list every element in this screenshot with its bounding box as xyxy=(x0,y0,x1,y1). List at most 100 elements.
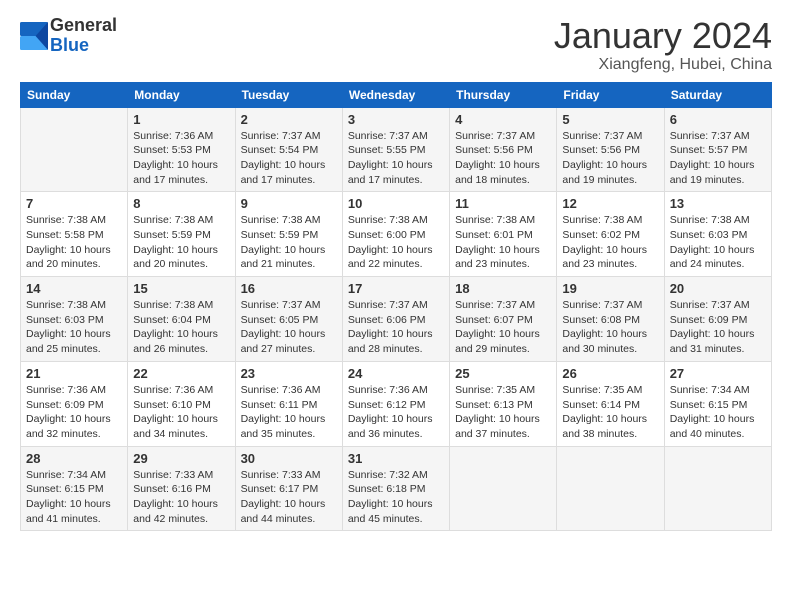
day-cell: 28Sunrise: 7:34 AM Sunset: 6:15 PM Dayli… xyxy=(21,446,128,531)
day-cell: 5 Sunrise: 7:37 AM Sunset: 5:56 PM Daylig… xyxy=(557,107,664,192)
day-cell: 23Sunrise: 7:36 AM Sunset: 6:11 PM Dayli… xyxy=(235,361,342,446)
day-info: Sunrise: 7:37 AM Sunset: 6:05 PM Dayligh… xyxy=(241,298,337,357)
day-info: Sunrise: 7:36 AM Sunset: 6:10 PM Dayligh… xyxy=(133,383,229,442)
col-header-monday: Monday xyxy=(128,82,235,107)
day-cell: 17 Sunrise: 7:37 AM Sunset: 6:06 PM Dayli… xyxy=(342,277,449,362)
logo: General Blue xyxy=(20,16,117,56)
day-number: 22 xyxy=(133,366,229,381)
day-info: Sunrise: 7:37 AM Sunset: 5:57 PM Dayligh… xyxy=(670,129,766,188)
page-title: January 2024 xyxy=(554,16,772,56)
day-number: 18 xyxy=(455,281,551,296)
day-number: 9 xyxy=(241,196,337,211)
logo-icon xyxy=(20,22,48,50)
day-cell: 22 Sunrise: 7:36 AM Sunset: 6:10 PM Dayli… xyxy=(128,361,235,446)
page-subtitle: Xiangfeng, Hubei, China xyxy=(554,56,772,74)
day-cell: 29Sunrise: 7:33 AM Sunset: 6:16 PM Dayli… xyxy=(128,446,235,531)
day-number: 27 xyxy=(670,366,766,381)
day-info: Sunrise: 7:35 AM Sunset: 6:13 PM Dayligh… xyxy=(455,383,551,442)
day-cell: 13 Sunrise: 7:38 AM Sunset: 6:03 PM Dayli… xyxy=(664,192,771,277)
day-number: 24 xyxy=(348,366,444,381)
day-number: 7 xyxy=(26,196,122,211)
day-cell: 27 Sunrise: 7:34 AM Sunset: 6:15 PM Dayli… xyxy=(664,361,771,446)
day-info: Sunrise: 7:33 AM Sunset: 6:16 PM Dayligh… xyxy=(133,468,229,527)
day-cell: 20Sunrise: 7:37 AM Sunset: 6:09 PM Dayli… xyxy=(664,277,771,362)
day-cell: 25 Sunrise: 7:35 AM Sunset: 6:13 PM Dayli… xyxy=(450,361,557,446)
day-cell: 11 Sunrise: 7:38 AM Sunset: 6:01 PM Dayli… xyxy=(450,192,557,277)
day-info: Sunrise: 7:36 AM Sunset: 6:09 PM Dayligh… xyxy=(26,383,122,442)
day-number: 30 xyxy=(241,451,337,466)
day-info: Sunrise: 7:38 AM Sunset: 5:59 PM Dayligh… xyxy=(241,213,337,272)
logo-line1: General xyxy=(50,16,117,36)
day-info: Sunrise: 7:37 AM Sunset: 6:06 PM Dayligh… xyxy=(348,298,444,357)
day-info: Sunrise: 7:38 AM Sunset: 6:01 PM Dayligh… xyxy=(455,213,551,272)
day-info: Sunrise: 7:36 AM Sunset: 5:53 PM Dayligh… xyxy=(133,129,229,188)
day-info: Sunrise: 7:37 AM Sunset: 6:08 PM Dayligh… xyxy=(562,298,658,357)
week-row-2: 7 Sunrise: 7:38 AM Sunset: 5:58 PM Daylig… xyxy=(21,192,772,277)
day-info: Sunrise: 7:37 AM Sunset: 5:56 PM Dayligh… xyxy=(562,129,658,188)
day-cell xyxy=(21,107,128,192)
col-header-tuesday: Tuesday xyxy=(235,82,342,107)
col-header-saturday: Saturday xyxy=(664,82,771,107)
day-info: Sunrise: 7:38 AM Sunset: 6:02 PM Dayligh… xyxy=(562,213,658,272)
day-cell: 31Sunrise: 7:32 AM Sunset: 6:18 PM Dayli… xyxy=(342,446,449,531)
day-cell: 15 Sunrise: 7:38 AM Sunset: 6:04 PM Dayli… xyxy=(128,277,235,362)
day-number: 25 xyxy=(455,366,551,381)
day-info: Sunrise: 7:37 AM Sunset: 5:56 PM Dayligh… xyxy=(455,129,551,188)
day-number: 13 xyxy=(670,196,766,211)
day-number: 20 xyxy=(670,281,766,296)
col-header-sunday: Sunday xyxy=(21,82,128,107)
week-row-4: 21 Sunrise: 7:36 AM Sunset: 6:09 PM Dayli… xyxy=(21,361,772,446)
day-number: 16 xyxy=(241,281,337,296)
day-info: Sunrise: 7:38 AM Sunset: 5:58 PM Dayligh… xyxy=(26,213,122,272)
day-number: 14 xyxy=(26,281,122,296)
day-cell: 26 Sunrise: 7:35 AM Sunset: 6:14 PM Dayli… xyxy=(557,361,664,446)
day-cell: 12 Sunrise: 7:38 AM Sunset: 6:02 PM Dayli… xyxy=(557,192,664,277)
week-row-5: 28Sunrise: 7:34 AM Sunset: 6:15 PM Dayli… xyxy=(21,446,772,531)
day-info: Sunrise: 7:38 AM Sunset: 6:03 PM Dayligh… xyxy=(670,213,766,272)
day-number: 10 xyxy=(348,196,444,211)
day-number: 3 xyxy=(348,112,444,127)
col-header-friday: Friday xyxy=(557,82,664,107)
day-info: Sunrise: 7:34 AM Sunset: 6:15 PM Dayligh… xyxy=(670,383,766,442)
day-number: 1 xyxy=(133,112,229,127)
title-block: January 2024 Xiangfeng, Hubei, China xyxy=(554,16,772,74)
page: General Blue January 2024 Xiangfeng, Hub… xyxy=(0,0,792,541)
day-cell: 3 Sunrise: 7:37 AM Sunset: 5:55 PM Daylig… xyxy=(342,107,449,192)
day-cell: 10 Sunrise: 7:38 AM Sunset: 6:00 PM Dayli… xyxy=(342,192,449,277)
day-info: Sunrise: 7:36 AM Sunset: 6:11 PM Dayligh… xyxy=(241,383,337,442)
day-number: 19 xyxy=(562,281,658,296)
day-cell: 2 Sunrise: 7:37 AM Sunset: 5:54 PM Daylig… xyxy=(235,107,342,192)
day-info: Sunrise: 7:33 AM Sunset: 6:17 PM Dayligh… xyxy=(241,468,337,527)
day-info: Sunrise: 7:38 AM Sunset: 6:00 PM Dayligh… xyxy=(348,213,444,272)
day-info: Sunrise: 7:35 AM Sunset: 6:14 PM Dayligh… xyxy=(562,383,658,442)
day-cell xyxy=(450,446,557,531)
day-number: 26 xyxy=(562,366,658,381)
day-info: Sunrise: 7:37 AM Sunset: 5:55 PM Dayligh… xyxy=(348,129,444,188)
week-row-3: 14 Sunrise: 7:38 AM Sunset: 6:03 PM Dayli… xyxy=(21,277,772,362)
day-number: 6 xyxy=(670,112,766,127)
day-info: Sunrise: 7:38 AM Sunset: 6:03 PM Dayligh… xyxy=(26,298,122,357)
col-header-wednesday: Wednesday xyxy=(342,82,449,107)
day-number: 12 xyxy=(562,196,658,211)
day-number: 8 xyxy=(133,196,229,211)
day-cell: 7 Sunrise: 7:38 AM Sunset: 5:58 PM Daylig… xyxy=(21,192,128,277)
col-header-thursday: Thursday xyxy=(450,82,557,107)
day-info: Sunrise: 7:37 AM Sunset: 5:54 PM Dayligh… xyxy=(241,129,337,188)
day-number: 11 xyxy=(455,196,551,211)
day-cell: 30 Sunrise: 7:33 AM Sunset: 6:17 PM Dayli… xyxy=(235,446,342,531)
week-row-1: 1 Sunrise: 7:36 AM Sunset: 5:53 PM Daylig… xyxy=(21,107,772,192)
day-number: 2 xyxy=(241,112,337,127)
day-number: 17 xyxy=(348,281,444,296)
day-info: Sunrise: 7:38 AM Sunset: 6:04 PM Dayligh… xyxy=(133,298,229,357)
day-cell xyxy=(664,446,771,531)
day-number: 21 xyxy=(26,366,122,381)
day-number: 5 xyxy=(562,112,658,127)
day-info: Sunrise: 7:32 AM Sunset: 6:18 PM Dayligh… xyxy=(348,468,444,527)
day-cell: 6 Sunrise: 7:37 AM Sunset: 5:57 PM Daylig… xyxy=(664,107,771,192)
day-cell: 19 Sunrise: 7:37 AM Sunset: 6:08 PM Dayli… xyxy=(557,277,664,362)
day-cell: 8Sunrise: 7:38 AM Sunset: 5:59 PM Daylig… xyxy=(128,192,235,277)
day-cell: 4Sunrise: 7:37 AM Sunset: 5:56 PM Daylig… xyxy=(450,107,557,192)
day-number: 28 xyxy=(26,451,122,466)
day-cell: 14 Sunrise: 7:38 AM Sunset: 6:03 PM Dayli… xyxy=(21,277,128,362)
day-number: 15 xyxy=(133,281,229,296)
